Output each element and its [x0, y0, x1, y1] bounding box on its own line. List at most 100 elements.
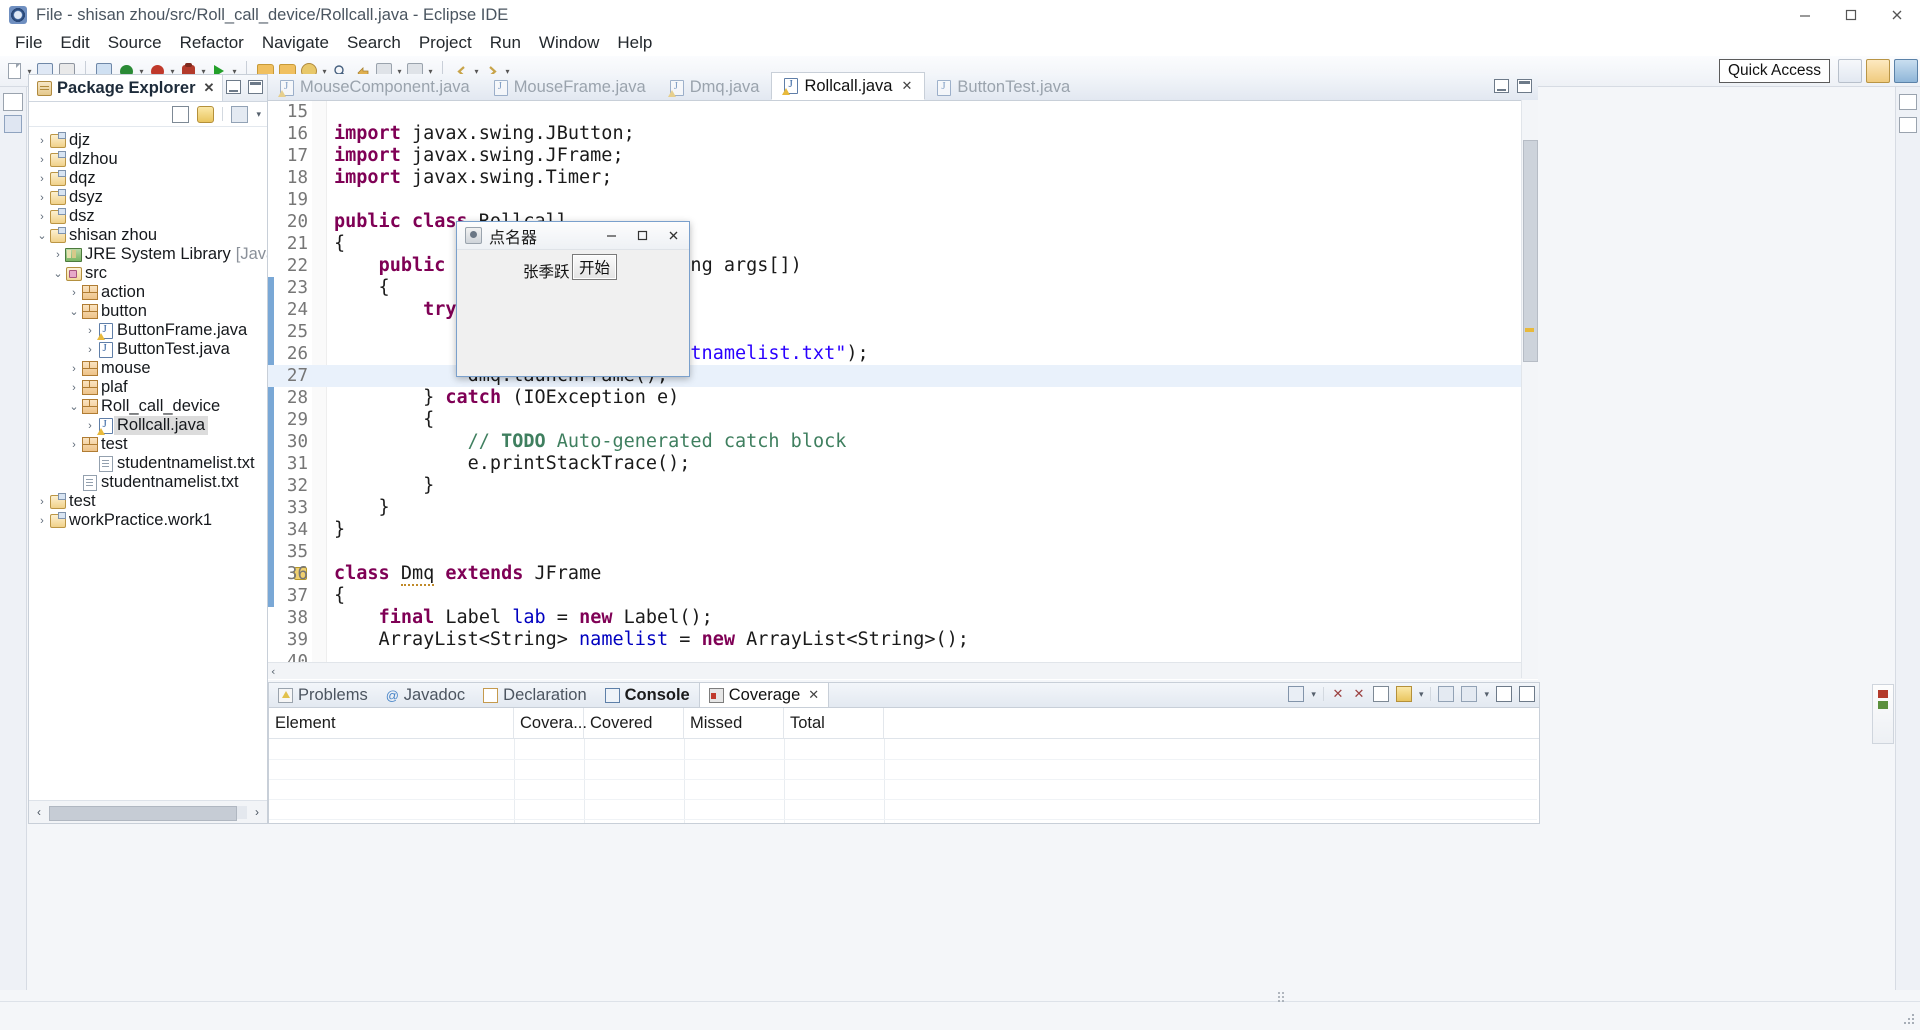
tree-item[interactable]: › ButtonFrame.java [29, 321, 267, 340]
menu-run[interactable]: Run [481, 30, 530, 56]
open-perspective-button[interactable] [1838, 59, 1862, 83]
import-session-icon[interactable] [1395, 686, 1412, 702]
code-line[interactable]: 31 e.printStackTrace(); [268, 453, 1538, 475]
maximize-editor-icon[interactable] [1517, 79, 1532, 93]
resize-grip-icon[interactable] [1902, 1012, 1914, 1024]
tree-item[interactable]: ⌄ button [29, 302, 267, 321]
tree-item[interactable]: › ButtonTest.java [29, 340, 267, 359]
tree-item[interactable]: › dqz [29, 169, 267, 188]
coverage-column-header[interactable]: Covered Inst... [584, 708, 684, 762]
tree-item[interactable]: › djz [29, 131, 267, 150]
sash-grip[interactable] [1278, 992, 1286, 1006]
link-with-selection-icon[interactable] [1438, 686, 1455, 702]
collapse-arrow-icon[interactable]: ⌄ [67, 400, 81, 413]
code-line[interactable]: 37 { [268, 585, 1538, 607]
expand-arrow-icon[interactable]: › [35, 173, 49, 185]
task-list-fastview-icon[interactable] [1899, 117, 1917, 133]
coverage-column-header[interactable]: Total Instruct... [784, 708, 884, 762]
code-line[interactable]: 35 [268, 541, 1538, 563]
menu-refactor[interactable]: Refactor [171, 30, 253, 56]
code-line[interactable]: 39 ArrayList<String> namelist = new Arra… [268, 629, 1538, 651]
editor-tab-mouseframe-java[interactable]: MouseFrame.java [482, 75, 658, 100]
tree-item[interactable]: ⌄ Roll_call_device [29, 397, 267, 416]
tree-item[interactable]: › test [29, 435, 267, 454]
view-menu-icon[interactable] [231, 105, 249, 123]
relaunch-coverage-icon[interactable] [1288, 686, 1305, 702]
scroll-right-icon[interactable]: › [247, 802, 267, 822]
collapse-arrow-icon[interactable]: ⌄ [35, 229, 49, 242]
code-line[interactable]: 30 // TODO Auto-generated catch block [268, 431, 1538, 453]
restore-view-icon[interactable] [3, 93, 23, 111]
editor-tab-mousecomponent-java[interactable]: MouseComponent.java [268, 75, 482, 100]
expand-arrow-icon[interactable]: › [51, 249, 65, 261]
collapse-all-icon[interactable] [1372, 686, 1389, 702]
tree-item[interactable]: ⌄ src [29, 264, 267, 283]
maximize-view-icon[interactable] [248, 80, 263, 94]
editor-hscrollbar[interactable]: ‹ › [268, 662, 1538, 679]
tree-item[interactable]: › dsyz [29, 188, 267, 207]
bottom-tab-coverage[interactable]: Coverage ✕ [698, 682, 830, 707]
coverage-table-body[interactable] [269, 739, 1539, 823]
bottom-tab-declaration[interactable]: Declaration [474, 684, 595, 707]
tree-item[interactable]: › dsz [29, 207, 267, 226]
tree-item[interactable]: › JRE System Library[JavaSE-1.8] [29, 245, 267, 264]
tree-item[interactable]: studentnamelist.txt [29, 454, 267, 473]
minimize-editor-icon[interactable] [1494, 79, 1509, 93]
collapse-all-icon[interactable] [172, 105, 190, 123]
expand-arrow-icon[interactable]: › [83, 344, 97, 356]
expand-arrow-icon[interactable]: › [67, 287, 81, 299]
code-editor[interactable]: 15 16 import javax.swing.JButton; 17 import … [268, 101, 1538, 679]
debug-perspective-button[interactable] [1894, 59, 1918, 83]
code-line[interactable]: 38 final Label lab = new Label(); [268, 607, 1538, 629]
code-line[interactable]: 33 } [268, 497, 1538, 519]
scroll-left-icon[interactable]: ‹ [270, 665, 277, 678]
editor-vscrollbar[interactable] [1521, 100, 1538, 678]
code-line[interactable]: 36 class Dmq extends JFrame [268, 563, 1538, 586]
code-line[interactable]: 17 import javax.swing.JFrame; [268, 145, 1538, 167]
coverage-column-header[interactable]: Covera... [514, 708, 587, 738]
code-line[interactable]: 16 import javax.swing.JButton; [268, 123, 1538, 145]
menu-edit[interactable]: Edit [51, 30, 98, 56]
tree-item[interactable]: › plaf [29, 378, 267, 397]
package-explorer-fastview-icon[interactable] [4, 115, 22, 133]
bottom-tab-javadoc[interactable]: @ Javadoc [377, 684, 474, 707]
java-perspective-button[interactable] [1866, 59, 1890, 83]
close-icon[interactable]: ✕ [808, 687, 819, 703]
minimize-bottom-view-icon[interactable] [1496, 686, 1512, 702]
coverage-column-header[interactable]: Missed Instr... [684, 708, 784, 762]
new-button[interactable] [3, 60, 25, 82]
import-dropdown-icon[interactable]: ▾ [1419, 689, 1424, 700]
code-line[interactable]: 19 [268, 189, 1538, 211]
warning-marker-icon[interactable] [1525, 328, 1534, 332]
expand-arrow-icon[interactable]: › [35, 192, 49, 204]
menu-help[interactable]: Help [608, 30, 661, 56]
maximize-button[interactable] [1828, 0, 1874, 30]
relaunch-dropdown-icon[interactable]: ▾ [1311, 689, 1316, 700]
menu-source[interactable]: Source [99, 30, 171, 56]
coverage-column-header[interactable]: Element [269, 708, 514, 738]
close-icon[interactable]: ✕ [902, 78, 913, 94]
code-line[interactable]: 18 import javax.swing.Timer; [268, 167, 1538, 189]
dialog-minimize-button[interactable] [596, 222, 627, 249]
menu-project[interactable]: Project [410, 30, 481, 56]
collapse-arrow-icon[interactable]: ⌄ [67, 305, 81, 318]
view-menu-icon[interactable] [1461, 686, 1478, 702]
tree-item[interactable]: › action [29, 283, 267, 302]
code-line[interactable]: 28 } catch (IOException e) [268, 387, 1538, 409]
menu-navigate[interactable]: Navigate [253, 30, 338, 56]
start-button[interactable]: 开始 [572, 254, 617, 280]
menu-window[interactable]: Window [530, 30, 608, 56]
rollcall-dialog[interactable]: 点名器 张季跃 开始 [456, 221, 690, 377]
menu-search[interactable]: Search [338, 30, 410, 56]
code-line[interactable]: 15 [268, 101, 1538, 123]
expand-arrow-icon[interactable]: › [67, 439, 81, 451]
chevron-down-icon[interactable]: ▾ [256, 109, 261, 120]
quick-access-input[interactable]: Quick Access [1718, 59, 1830, 83]
bottom-chevron-down-icon[interactable]: ▾ [1484, 689, 1489, 700]
dialog-maximize-button[interactable] [627, 222, 658, 249]
menu-file[interactable]: File [6, 30, 51, 56]
tree-item[interactable]: › mouse [29, 359, 267, 378]
expand-arrow-icon[interactable]: › [83, 325, 97, 337]
expand-arrow-icon[interactable]: › [35, 211, 49, 223]
tab-package-explorer[interactable]: Package Explorer ✕ [29, 75, 224, 101]
